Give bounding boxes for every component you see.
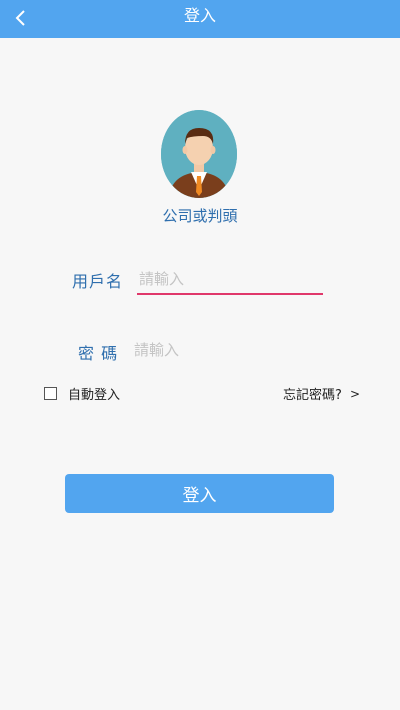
company-label: 公司或判頭 (162, 207, 238, 225)
password-input[interactable] (132, 337, 322, 363)
chevron-right-icon: > (349, 386, 360, 401)
forgot-password-label: 忘記密碼? (283, 388, 342, 403)
username-input[interactable] (137, 265, 323, 295)
man-avatar-icon (161, 110, 237, 198)
login-button[interactable]: 登入 (65, 474, 334, 513)
page-title: 登入 (183, 6, 216, 25)
username-label: 用戶名 (72, 272, 124, 291)
auto-login-checkbox[interactable] (44, 387, 57, 400)
forgot-password-link[interactable]: 忘記密碼? > (283, 384, 360, 404)
auto-login-toggle[interactable]: 自動登入 (44, 384, 120, 403)
password-label: 密 碼 (78, 344, 119, 363)
top-bar: 登入 (0, 0, 400, 38)
auto-login-label: 自動登入 (68, 388, 121, 403)
